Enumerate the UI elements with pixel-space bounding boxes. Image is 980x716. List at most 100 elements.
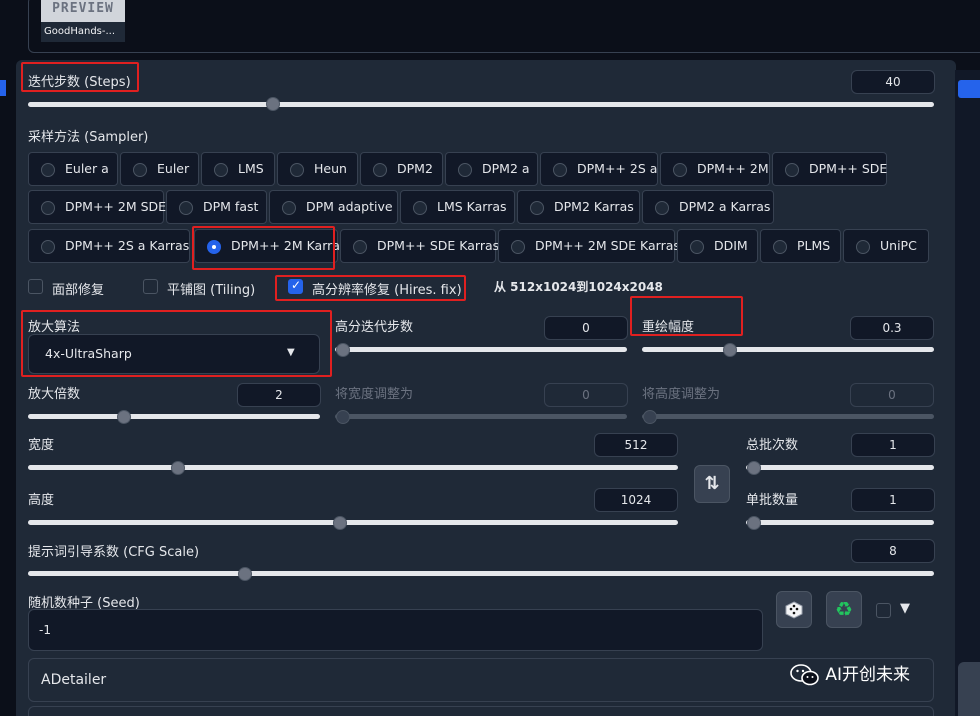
upscale-by-input[interactable]: 2 — [237, 383, 321, 407]
hires-fix-checkbox[interactable] — [288, 278, 303, 294]
radio-circle[interactable] — [290, 163, 304, 177]
sampler-option-dpm-fast[interactable]: DPM fast — [166, 190, 267, 224]
sampler-option-label: DPM++ SDE Karras — [377, 238, 500, 253]
batch-count-slider-track[interactable] — [746, 465, 934, 470]
sampler-option-euler[interactable]: Euler — [120, 152, 199, 186]
radio-circle[interactable] — [413, 201, 427, 215]
radio-circle[interactable] — [353, 240, 367, 254]
tiling-checkbox[interactable] — [143, 279, 158, 294]
seed-input[interactable]: -1 — [28, 609, 763, 651]
height-input[interactable]: 1024 — [594, 488, 678, 512]
radio-circle[interactable] — [133, 163, 147, 177]
steps-slider-track[interactable] — [28, 102, 934, 107]
hires-steps-slider-thumb[interactable] — [336, 343, 350, 357]
sampler-option-dpmpp-sde-karras[interactable]: DPM++ SDE Karras — [340, 229, 500, 263]
batch-count-input[interactable]: 1 — [851, 433, 935, 457]
batch-size-input[interactable]: 1 — [851, 488, 935, 512]
face-restore-checkbox[interactable] — [28, 279, 43, 294]
resize-height-input[interactable]: 0 — [850, 383, 934, 407]
sampler-option-label: DPM++ 2M SDE Karras — [535, 238, 680, 253]
resize-width-input[interactable]: 0 — [544, 383, 628, 407]
radio-circle[interactable] — [511, 240, 525, 254]
radio-circle[interactable] — [41, 201, 55, 215]
batch-count-slider-thumb[interactable] — [747, 461, 761, 475]
resize-height-slider-track[interactable] — [642, 414, 934, 419]
radio-circle[interactable] — [690, 240, 704, 254]
upscaler-dropdown[interactable]: 4x-UltraSharp ▼ — [28, 334, 320, 374]
next-accordion[interactable] — [28, 706, 934, 716]
radio-circle[interactable] — [553, 163, 567, 177]
sampler-option-plms[interactable]: PLMS — [760, 229, 841, 263]
radio-circle[interactable] — [773, 240, 787, 254]
height-slider-thumb[interactable] — [333, 516, 347, 530]
upscale-by-slider-track[interactable] — [28, 414, 320, 419]
radio-circle[interactable] — [373, 163, 387, 177]
sampler-option-label: DPM++ SDE — [809, 161, 888, 176]
preview-placeholder-text: PREVIEW — [52, 1, 114, 16]
sampler-option-lms[interactable]: LMS — [201, 152, 275, 186]
sampler-option-dpm2[interactable]: DPM2 — [360, 152, 443, 186]
radio-circle[interactable] — [785, 163, 799, 177]
seed-extra-caret-icon[interactable]: ▼ — [900, 601, 910, 616]
steps-input[interactable]: 40 — [851, 70, 935, 94]
sampler-option-dpmpp-2m-sde-karras[interactable]: DPM++ 2M SDE Karras — [498, 229, 680, 263]
steps-slider-thumb[interactable] — [265, 97, 280, 111]
face-restore-label: 面部修复 — [52, 283, 105, 298]
radio-circle[interactable] — [282, 201, 296, 215]
swap-icon[interactable]: ⇅ — [694, 465, 730, 503]
sampler-option-dpmpp-2m[interactable]: DPM++ 2M — [660, 152, 770, 186]
denoise-slider-track[interactable] — [642, 347, 934, 352]
sampler-option-lms-karras[interactable]: LMS Karras — [400, 190, 515, 224]
sampler-option-euler-a[interactable]: Euler a — [28, 152, 118, 186]
cfg-scale-label: 提示词引导系数 (CFG Scale) — [28, 545, 200, 560]
cfg-scale-slider-track[interactable] — [28, 571, 934, 576]
sampler-option-dpmpp-2s-a[interactable]: DPM++ 2S a — [540, 152, 658, 186]
watermark: AI开创未来 — [790, 660, 910, 690]
lora-preview-card[interactable]: PREVIEW GoodHands-... — [41, 0, 125, 42]
sampler-option-dpmpp-2m-sde[interactable]: DPM++ 2M SDE — [28, 190, 166, 224]
batch-size-slider-track[interactable] — [746, 520, 934, 525]
radio-circle[interactable] — [41, 163, 55, 177]
width-input[interactable]: 512 — [594, 433, 678, 457]
radio-circle[interactable] — [856, 240, 870, 254]
radio-circle[interactable] — [214, 163, 228, 177]
sampler-option-dpm2-karras[interactable]: DPM2 Karras — [517, 190, 640, 224]
recycle-icon[interactable]: ♻ — [826, 591, 862, 628]
sampler-option-ddim[interactable]: DDIM — [677, 229, 758, 263]
scrollbar-handle[interactable] — [958, 80, 980, 98]
radio-circle[interactable] — [458, 163, 472, 177]
sampler-option-unipc[interactable]: UniPC — [843, 229, 929, 263]
resize-height-slider-thumb[interactable] — [643, 410, 657, 424]
right-scrollbar[interactable] — [955, 70, 980, 716]
sampler-option-heun[interactable]: Heun — [277, 152, 358, 186]
width-slider-thumb[interactable] — [170, 461, 185, 475]
radio-circle[interactable] — [673, 163, 687, 177]
width-slider-track[interactable] — [28, 465, 678, 470]
dice-icon[interactable] — [776, 591, 812, 628]
batch-size-slider-thumb[interactable] — [747, 516, 761, 530]
sampler-option-dpm2-a-karras[interactable]: DPM2 a Karras — [642, 190, 774, 224]
sampler-option-dpmpp-2s-a-karras[interactable]: DPM++ 2S a Karras — [28, 229, 190, 263]
seed-extra-checkbox[interactable] — [876, 603, 891, 618]
resize-width-slider-thumb[interactable] — [336, 410, 350, 424]
hires-steps-slider-track[interactable] — [335, 347, 627, 352]
radio-circle[interactable] — [41, 240, 55, 254]
height-slider-track[interactable] — [28, 520, 678, 525]
denoise-input[interactable]: 0.3 — [850, 316, 934, 340]
resize-width-slider-track[interactable] — [335, 414, 627, 419]
cfg-scale-input[interactable]: 8 — [851, 539, 935, 563]
radio-circle[interactable] — [530, 201, 544, 215]
sampler-option-dpm-adaptive[interactable]: DPM adaptive — [269, 190, 398, 224]
width-label: 宽度 — [28, 438, 55, 453]
preview-panel — [28, 0, 980, 53]
denoise-slider-thumb[interactable] — [722, 343, 737, 357]
hires-steps-input[interactable]: 0 — [544, 316, 628, 340]
sampler-option-label: DDIM — [714, 238, 748, 253]
radio-circle[interactable] — [179, 201, 193, 215]
radio-circle[interactable] — [655, 201, 669, 215]
sampler-option-dpm2-a[interactable]: DPM2 a — [445, 152, 538, 186]
sampler-option-label: PLMS — [797, 238, 831, 253]
sampler-option-dpmpp-sde[interactable]: DPM++ SDE — [772, 152, 887, 186]
sampler-option-label: DPM++ 2M — [697, 161, 769, 176]
sampler-option-label: DPM adaptive — [306, 199, 393, 214]
